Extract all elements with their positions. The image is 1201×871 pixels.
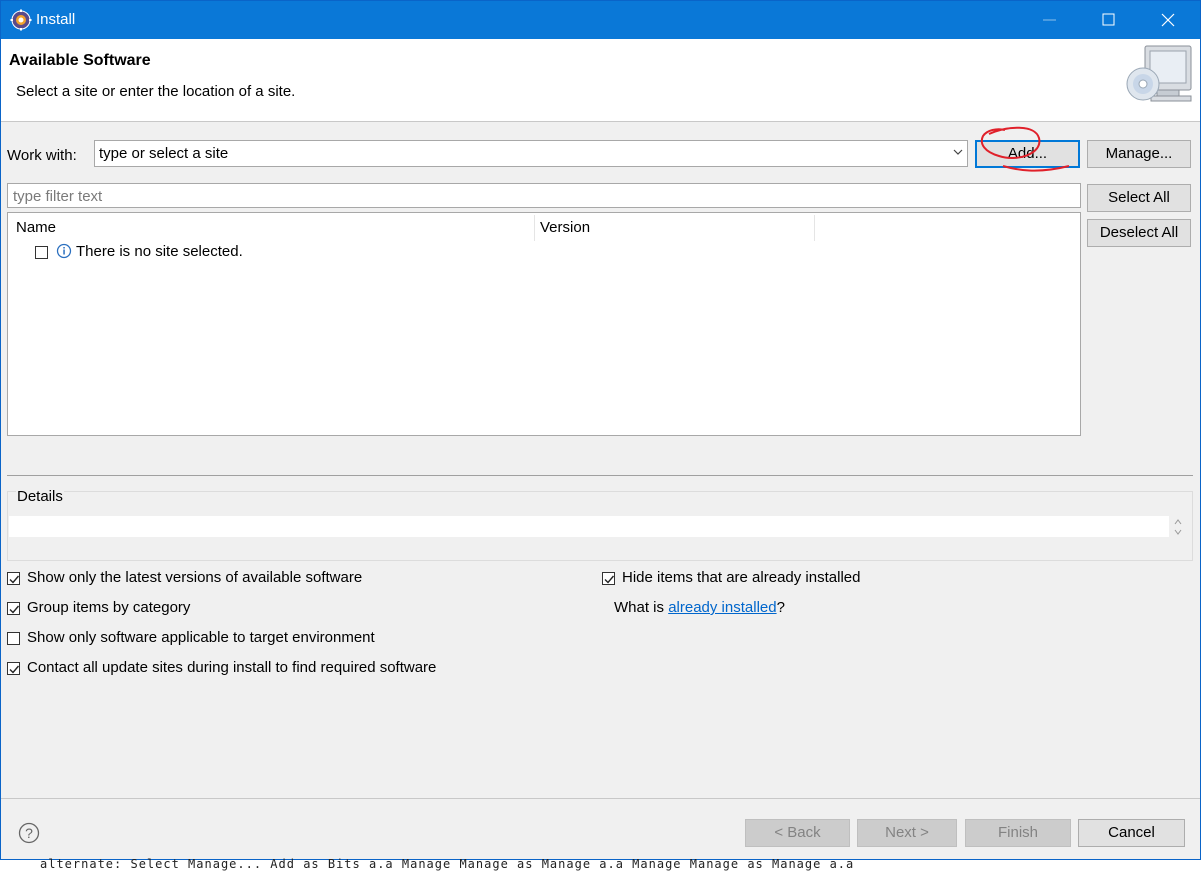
maximize-icon [1102,13,1115,26]
install-dialog: Install Available Software Select a site… [0,0,1201,860]
deselect-all-button[interactable]: Deselect All [1087,219,1191,247]
window-title: Install [36,11,76,28]
title-bar: Install [1,1,1200,39]
back-button[interactable]: < Back [745,819,850,847]
chevron-down-icon [953,149,963,155]
details-text-area[interactable] [9,516,1169,537]
work-with-label: Work with: [7,147,77,164]
page-title: Available Software [9,52,151,69]
footer-divider [1,798,1200,799]
option-label: Show only the latest versions of availab… [27,569,363,586]
checkbox[interactable] [7,632,20,645]
eclipse-gear-icon [10,9,32,31]
annotation-circle-mark [980,126,1070,172]
software-tree[interactable]: Name Version There is no site selected. [7,212,1081,436]
maximize-button[interactable] [1080,1,1138,39]
close-button[interactable] [1139,1,1197,39]
column-header-name[interactable]: Name [16,219,56,236]
filter-field[interactable] [7,183,1081,208]
checkmark-icon [9,665,20,674]
option-label: Contact all update sites during install … [27,659,437,676]
minimize-icon [1043,19,1056,21]
column-header-version[interactable]: Version [540,219,590,236]
checkmark-icon [604,575,615,584]
cancel-button[interactable]: Cancel [1078,819,1185,847]
work-with-value: type or select a site [99,145,229,162]
checkbox[interactable] [7,602,20,615]
background-document-strip: alternate: Select Manage... Add as Bits … [0,857,1201,871]
manage-sites-button[interactable]: Manage... [1087,140,1191,168]
filter-input[interactable] [11,186,1075,207]
option-label: Group items by category [27,599,191,616]
help-icon[interactable]: ? [18,822,40,844]
wizard-header: Available Software Select a site or ente… [1,39,1200,122]
minimize-button[interactable] [1021,1,1079,39]
what-is-prefix: What is [614,599,669,616]
select-all-button[interactable]: Select All [1087,184,1191,212]
row-checkbox[interactable] [35,246,48,259]
checkbox[interactable] [7,572,20,585]
info-icon [56,243,72,259]
install-computer-icon [1126,45,1192,102]
checkmark-icon [9,575,20,584]
work-with-combo[interactable]: type or select a site [94,140,968,167]
next-button[interactable]: Next > [857,819,957,847]
close-icon [1161,13,1175,27]
svg-text:?: ? [25,825,33,841]
section-divider [7,475,1193,476]
details-label: Details [16,488,64,505]
checkbox[interactable] [602,572,615,585]
row-name: There is no site selected. [76,243,243,260]
checkmark-icon [9,605,20,614]
option-label: Hide items that are already installed [622,569,861,586]
what-is-installed-text: What is already installed? [614,599,785,616]
finish-button[interactable]: Finish [965,819,1071,847]
already-installed-link[interactable]: already installed [668,599,776,616]
checkbox[interactable] [7,662,20,675]
scroll-spinner-icon[interactable] [1173,517,1183,537]
page-message: Select a site or enter the location of a… [16,83,296,100]
option-label: Show only software applicable to target … [27,629,375,646]
what-is-suffix: ? [776,599,785,616]
